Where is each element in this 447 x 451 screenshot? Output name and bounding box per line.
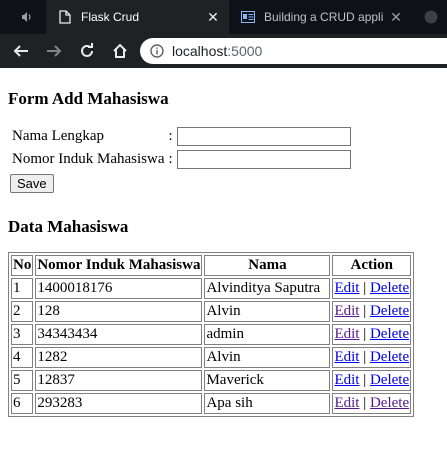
delete-link[interactable]: Delete bbox=[370, 395, 409, 411]
delete-link[interactable]: Delete bbox=[370, 280, 409, 296]
cell-nama: admin bbox=[204, 324, 331, 345]
cell-action: Edit | Delete bbox=[332, 301, 412, 322]
table-row: 2 128 Alvin Edit | Delete bbox=[11, 301, 412, 322]
edit-link[interactable]: Edit bbox=[334, 349, 359, 365]
nama-label: Nama Lengkap bbox=[12, 128, 105, 144]
browser-toolbar: localhost:5000 bbox=[0, 34, 447, 68]
cell-no: 4 bbox=[11, 347, 34, 368]
edit-link[interactable]: Edit bbox=[334, 372, 359, 388]
save-button[interactable]: Save bbox=[10, 174, 54, 193]
delete-link[interactable]: Delete bbox=[370, 372, 409, 388]
cell-nama: Maverick bbox=[204, 370, 331, 391]
table-row: 1 1400018176 Alvinditya Saputra Edit | D… bbox=[11, 278, 412, 299]
page-content: Form Add Mahasiswa Nama Lengkap : Nomor … bbox=[0, 89, 447, 417]
cell-nama: Alvin bbox=[204, 301, 331, 322]
col-header-action: Action bbox=[332, 255, 412, 276]
info-icon[interactable] bbox=[150, 44, 164, 58]
url-text: localhost:5000 bbox=[172, 43, 263, 59]
cell-nama: Alvin bbox=[204, 347, 331, 368]
data-heading: Data Mahasiswa bbox=[8, 217, 129, 236]
tab-flask-crud[interactable]: Flask Crud ✕ bbox=[46, 0, 229, 34]
reload-button[interactable] bbox=[72, 36, 102, 66]
table-header-row: No Nomor Induk Mahasiswa Nama Action bbox=[11, 255, 412, 276]
close-tab-icon[interactable]: ✕ bbox=[386, 9, 406, 26]
action-separator: | bbox=[363, 280, 367, 296]
tab-title: Flask Crud bbox=[81, 10, 140, 24]
add-form: Nama Lengkap : Nomor Induk Mahasiswa : bbox=[9, 124, 354, 172]
col-header-nama: Nama bbox=[204, 255, 331, 276]
cell-no: 3 bbox=[11, 324, 34, 345]
cell-nama: Alvinditya Saputra bbox=[204, 278, 331, 299]
cell-no: 6 bbox=[11, 393, 34, 414]
delete-link[interactable]: Delete bbox=[370, 303, 409, 319]
nama-colon: : bbox=[168, 128, 173, 144]
table-row: 3 34343434 admin Edit | Delete bbox=[11, 324, 412, 345]
form-heading: Form Add Mahasiswa bbox=[8, 89, 169, 108]
table-row: 4 1282 Alvin Edit | Delete bbox=[11, 347, 412, 368]
tab-title: Building a CRUD appli bbox=[264, 10, 384, 24]
arrow-left-icon bbox=[13, 45, 28, 57]
delete-link[interactable]: Delete bbox=[370, 326, 409, 342]
cell-no: 5 bbox=[11, 370, 34, 391]
cell-nama: Apa sih bbox=[204, 393, 331, 414]
cell-action: Edit | Delete bbox=[332, 393, 412, 414]
home-button[interactable] bbox=[105, 36, 135, 66]
cell-nim: 1400018176 bbox=[35, 278, 203, 299]
edit-link[interactable]: Edit bbox=[334, 280, 359, 296]
tab-building-crud[interactable]: Building a CRUD appli ✕ bbox=[229, 0, 412, 34]
forward-button[interactable] bbox=[39, 36, 69, 66]
cell-nim: 1282 bbox=[35, 347, 203, 368]
page-icon bbox=[58, 10, 72, 24]
cell-no: 1 bbox=[11, 278, 34, 299]
nama-lengkap-input[interactable] bbox=[176, 127, 351, 146]
action-separator: | bbox=[363, 372, 367, 388]
edit-link[interactable]: Edit bbox=[334, 395, 359, 411]
action-separator: | bbox=[363, 349, 367, 365]
cell-nim: 34343434 bbox=[35, 324, 203, 345]
table-row: 5 12837 Maverick Edit | Delete bbox=[11, 370, 412, 391]
address-bar[interactable]: localhost:5000 bbox=[140, 38, 447, 64]
mahasiswa-table: No Nomor Induk Mahasiswa Nama Action 1 1… bbox=[8, 252, 415, 417]
nim-colon: : bbox=[168, 151, 173, 167]
close-tab-icon[interactable]: ✕ bbox=[203, 9, 223, 26]
col-header-no: No bbox=[11, 255, 34, 276]
cell-nim: 293283 bbox=[35, 393, 203, 414]
cell-no: 2 bbox=[11, 301, 34, 322]
tab-github[interactable] bbox=[412, 0, 447, 34]
action-separator: | bbox=[363, 326, 367, 342]
arrow-right-icon bbox=[47, 45, 62, 57]
reload-icon bbox=[81, 43, 93, 57]
cell-action: Edit | Delete bbox=[332, 370, 412, 391]
browser-tab-bar: Flask Crud ✕ Building a CRUD appli ✕ bbox=[0, 0, 447, 34]
home-icon bbox=[113, 43, 127, 58]
nomor-induk-input[interactable] bbox=[176, 150, 351, 169]
edit-link[interactable]: Edit bbox=[334, 326, 359, 342]
nim-label: Nomor Induk Mahasiswa bbox=[12, 151, 165, 167]
cell-action: Edit | Delete bbox=[332, 347, 412, 368]
back-button[interactable] bbox=[6, 36, 36, 66]
delete-link[interactable]: Delete bbox=[370, 349, 409, 365]
col-header-nim: Nomor Induk Mahasiswa bbox=[35, 255, 203, 276]
tab-previous[interactable] bbox=[0, 0, 46, 34]
cell-nim: 128 bbox=[35, 301, 203, 322]
cell-action: Edit | Delete bbox=[332, 324, 412, 345]
action-separator: | bbox=[363, 303, 367, 319]
action-separator: | bbox=[363, 395, 367, 411]
audio-icon bbox=[20, 10, 34, 24]
cell-action: Edit | Delete bbox=[332, 278, 412, 299]
article-icon bbox=[241, 10, 255, 24]
cell-nim: 12837 bbox=[35, 370, 203, 391]
edit-link[interactable]: Edit bbox=[334, 303, 359, 319]
github-icon bbox=[424, 10, 438, 24]
table-row: 6 293283 Apa sih Edit | Delete bbox=[11, 393, 412, 414]
